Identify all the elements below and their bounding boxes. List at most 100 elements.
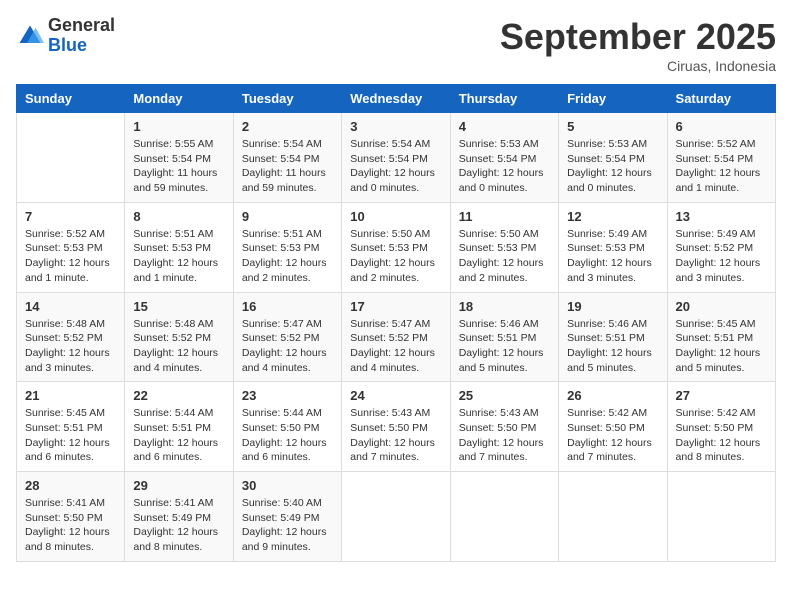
calendar-cell: 19Sunrise: 5:46 AM Sunset: 5:51 PM Dayli…: [559, 292, 667, 382]
day-info: Sunrise: 5:54 AM Sunset: 5:54 PM Dayligh…: [350, 137, 441, 196]
calendar-cell: 14 Sunrise: 5:48 AM Sunset: 5:52 PM Dayli…: [17, 292, 125, 382]
day-info: Sunrise: 5:51 AM Sunset: 5:53 PM Dayligh…: [242, 227, 333, 286]
calendar-cell: 25 Sunrise: 5:43 AM Sunset: 5:50 PM Dayli…: [450, 382, 558, 472]
calendar-cell: [667, 472, 775, 562]
day-of-week-monday: Monday: [125, 85, 233, 113]
calendar-cell: 2Sunrise: 5:54 AM Sunset: 5:54 PM Daylig…: [233, 113, 341, 203]
calendar-cell: 5 Sunrise: 5:53 AM Sunset: 5:54 PM Daylig…: [559, 113, 667, 203]
calendar-cell: 1 Sunrise: 5:55 AM Sunset: 5:54 PM Daylig…: [125, 113, 233, 203]
day-number: 10: [350, 209, 441, 224]
week-row-5: 28 Sunrise: 5:41 AM Sunset: 5:50 PM Dayli…: [17, 472, 776, 562]
day-info: Sunrise: 5:42 AM Sunset: 5:50 PM Dayligh…: [676, 406, 767, 465]
day-info: Sunrise: 5:49 AM Sunset: 5:52 PM Dayligh…: [676, 227, 767, 286]
title-section: September 2025 Ciruas, Indonesia: [500, 16, 776, 74]
day-number: 12: [567, 209, 658, 224]
day-number: 26: [567, 388, 658, 403]
logo-icon: [16, 22, 44, 50]
calendar-cell: 9 Sunrise: 5:51 AM Sunset: 5:53 PM Daylig…: [233, 202, 341, 292]
calendar-cell: [559, 472, 667, 562]
calendar-cell: 11 Sunrise: 5:50 AM Sunset: 5:53 PM Dayli…: [450, 202, 558, 292]
day-number: 27: [676, 388, 767, 403]
day-info: Sunrise: 5:52 AM Sunset: 5:53 PM Dayligh…: [25, 227, 116, 286]
calendar-cell: 29Sunrise: 5:41 AM Sunset: 5:49 PM Dayli…: [125, 472, 233, 562]
logo-general: General: [48, 16, 115, 36]
day-info: Sunrise: 5:41 AM Sunset: 5:50 PM Dayligh…: [25, 496, 116, 555]
day-info: Sunrise: 5:47 AM Sunset: 5:52 PM Dayligh…: [350, 317, 441, 376]
calendar-cell: 18Sunrise: 5:46 AM Sunset: 5:51 PM Dayli…: [450, 292, 558, 382]
day-info: Sunrise: 5:49 AM Sunset: 5:53 PM Dayligh…: [567, 227, 658, 286]
calendar-body: 1 Sunrise: 5:55 AM Sunset: 5:54 PM Daylig…: [17, 113, 776, 562]
calendar-cell: 15Sunrise: 5:48 AM Sunset: 5:52 PM Dayli…: [125, 292, 233, 382]
day-info: Sunrise: 5:43 AM Sunset: 5:50 PM Dayligh…: [459, 406, 550, 465]
day-info: Sunrise: 5:44 AM Sunset: 5:51 PM Dayligh…: [133, 406, 224, 465]
day-number: 7: [25, 209, 116, 224]
day-info: Sunrise: 5:53 AM Sunset: 5:54 PM Dayligh…: [459, 137, 550, 196]
day-info: Sunrise: 5:53 AM Sunset: 5:54 PM Dayligh…: [567, 137, 658, 196]
day-info: Sunrise: 5:47 AM Sunset: 5:52 PM Dayligh…: [242, 317, 333, 376]
day-number: 16: [242, 299, 333, 314]
location-subtitle: Ciruas, Indonesia: [500, 58, 776, 74]
day-number: 13: [676, 209, 767, 224]
calendar-cell: 27 Sunrise: 5:42 AM Sunset: 5:50 PM Dayli…: [667, 382, 775, 472]
day-info: Sunrise: 5:54 AM Sunset: 5:54 PM Dayligh…: [242, 137, 333, 196]
day-number: 28: [25, 478, 116, 493]
day-info: Sunrise: 5:46 AM Sunset: 5:51 PM Dayligh…: [459, 317, 550, 376]
calendar-cell: 21Sunrise: 5:45 AM Sunset: 5:51 PM Dayli…: [17, 382, 125, 472]
day-number: 9: [242, 209, 333, 224]
day-info: Sunrise: 5:48 AM Sunset: 5:52 PM Dayligh…: [133, 317, 224, 376]
day-number: 3: [350, 119, 441, 134]
calendar-cell: 6Sunrise: 5:52 AM Sunset: 5:54 PM Daylig…: [667, 113, 775, 203]
day-number: 14: [25, 299, 116, 314]
day-number: 21: [25, 388, 116, 403]
calendar-cell: 22 Sunrise: 5:44 AM Sunset: 5:51 PM Dayli…: [125, 382, 233, 472]
calendar-cell: 24 Sunrise: 5:43 AM Sunset: 5:50 PM Dayli…: [342, 382, 450, 472]
day-of-week-thursday: Thursday: [450, 85, 558, 113]
calendar-cell: 4 Sunrise: 5:53 AM Sunset: 5:54 PM Daylig…: [450, 113, 558, 203]
day-info: Sunrise: 5:40 AM Sunset: 5:49 PM Dayligh…: [242, 496, 333, 555]
logo-blue: Blue: [48, 36, 115, 56]
day-number: 17: [350, 299, 441, 314]
day-number: 1: [133, 119, 224, 134]
day-info: Sunrise: 5:51 AM Sunset: 5:53 PM Dayligh…: [133, 227, 224, 286]
page-header: General Blue September 2025 Ciruas, Indo…: [16, 16, 776, 74]
calendar-cell: [17, 113, 125, 203]
week-row-1: 1 Sunrise: 5:55 AM Sunset: 5:54 PM Daylig…: [17, 113, 776, 203]
week-row-2: 7 Sunrise: 5:52 AM Sunset: 5:53 PM Daylig…: [17, 202, 776, 292]
day-info: Sunrise: 5:43 AM Sunset: 5:50 PM Dayligh…: [350, 406, 441, 465]
calendar-cell: [450, 472, 558, 562]
day-number: 30: [242, 478, 333, 493]
day-number: 6: [676, 119, 767, 134]
day-number: 8: [133, 209, 224, 224]
day-of-week-saturday: Saturday: [667, 85, 775, 113]
calendar-cell: [342, 472, 450, 562]
calendar-cell: 20 Sunrise: 5:45 AM Sunset: 5:51 PM Dayli…: [667, 292, 775, 382]
calendar-cell: 30 Sunrise: 5:40 AM Sunset: 5:49 PM Dayli…: [233, 472, 341, 562]
day-number: 23: [242, 388, 333, 403]
day-of-week-tuesday: Tuesday: [233, 85, 341, 113]
calendar-header: SundayMondayTuesdayWednesdayThursdayFrid…: [17, 85, 776, 113]
day-number: 11: [459, 209, 550, 224]
day-info: Sunrise: 5:42 AM Sunset: 5:50 PM Dayligh…: [567, 406, 658, 465]
day-number: 25: [459, 388, 550, 403]
day-number: 4: [459, 119, 550, 134]
calendar-cell: 8 Sunrise: 5:51 AM Sunset: 5:53 PM Daylig…: [125, 202, 233, 292]
day-number: 22: [133, 388, 224, 403]
calendar-cell: 28 Sunrise: 5:41 AM Sunset: 5:50 PM Dayli…: [17, 472, 125, 562]
day-info: Sunrise: 5:45 AM Sunset: 5:51 PM Dayligh…: [676, 317, 767, 376]
day-info: Sunrise: 5:50 AM Sunset: 5:53 PM Dayligh…: [459, 227, 550, 286]
calendar-cell: 12 Sunrise: 5:49 AM Sunset: 5:53 PM Dayli…: [559, 202, 667, 292]
logo-text: General Blue: [48, 16, 115, 56]
day-info: Sunrise: 5:48 AM Sunset: 5:52 PM Dayligh…: [25, 317, 116, 376]
logo: General Blue: [16, 16, 115, 56]
day-of-week-wednesday: Wednesday: [342, 85, 450, 113]
week-row-4: 21Sunrise: 5:45 AM Sunset: 5:51 PM Dayli…: [17, 382, 776, 472]
day-info: Sunrise: 5:55 AM Sunset: 5:54 PM Dayligh…: [133, 137, 224, 196]
day-number: 5: [567, 119, 658, 134]
day-of-week-sunday: Sunday: [17, 85, 125, 113]
calendar-cell: 16 Sunrise: 5:47 AM Sunset: 5:52 PM Dayli…: [233, 292, 341, 382]
day-number: 24: [350, 388, 441, 403]
day-number: 20: [676, 299, 767, 314]
day-number: 19: [567, 299, 658, 314]
calendar-cell: 3 Sunrise: 5:54 AM Sunset: 5:54 PM Daylig…: [342, 113, 450, 203]
calendar-table: SundayMondayTuesdayWednesdayThursdayFrid…: [16, 84, 776, 562]
